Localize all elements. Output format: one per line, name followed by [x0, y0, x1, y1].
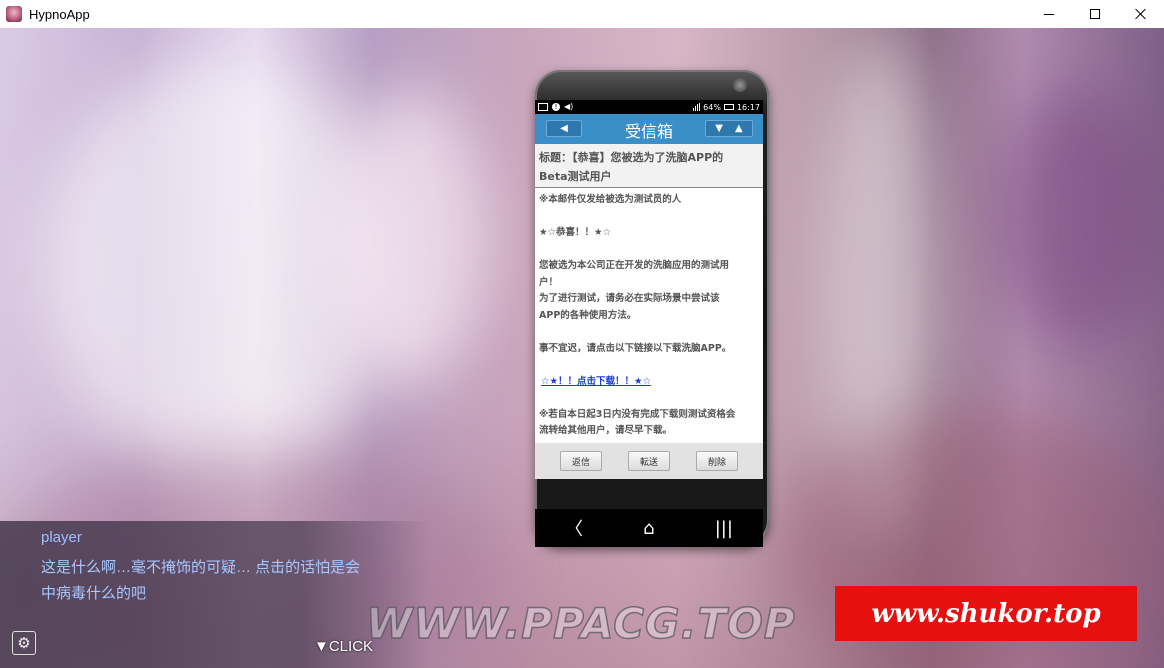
mail-actions: 返信 転送 削除 [535, 443, 763, 479]
minimize-button[interactable] [1026, 0, 1072, 28]
smartphone: ! ◀) 64% 16:17 ◀ 受信箱 ▼ ▲ 标题：【恭喜】您被选为了洗脑A… [535, 70, 769, 547]
recent-apps-icon[interactable]: ||| [715, 518, 733, 539]
download-link[interactable]: ☆★！！点击下载！！★☆ [539, 376, 651, 387]
phone-screen: ◀ 受信箱 ▼ ▲ 标题：【恭喜】您被选为了洗脑APP的 Beta测试用户 ※本… [535, 114, 763, 479]
window-titlebar: HypnoApp [0, 0, 1164, 28]
body-line: 户！ [539, 276, 559, 288]
red-banner-watermark: www.shukor.top [835, 586, 1137, 641]
body-line: ※若自本日起3日内没有完成下载则测试资格会 [539, 408, 736, 420]
mail-scroll-buttons[interactable]: ▼ ▲ [705, 120, 753, 137]
window-title: HypnoApp [29, 6, 90, 22]
body-line [539, 390, 759, 407]
body-line: 流转给其他用户，请尽早下载。 [539, 425, 673, 436]
close-button[interactable] [1118, 0, 1164, 28]
inbox-header: ◀ 受信箱 ▼ ▲ [535, 114, 763, 144]
mail-body[interactable]: ※本邮件仅发给被选为测试员的人 ★☆恭喜！！★☆ 您被选为本公司正在开发的洗脑应… [535, 188, 763, 443]
body-line [539, 242, 759, 259]
settings-gear-icon[interactable]: ⚙ [12, 631, 36, 655]
back-icon[interactable]: 〈 [565, 515, 583, 541]
dialogue-text: 这是什么啊…毫不掩饰的可疑… 点击的话怕是会 中病毒什么的吧 [41, 555, 401, 607]
dialogue-line: 这是什么啊…毫不掩饰的可疑… 点击的话怕是会 [41, 559, 361, 576]
body-line: ★☆恭喜！！★☆ [539, 227, 612, 238]
body-line [539, 324, 759, 341]
signal-icon [693, 103, 701, 111]
background-blur [1000, 88, 1160, 348]
down-arrow-icon[interactable]: ▼ [715, 123, 723, 134]
speaker-name: player [41, 529, 82, 546]
subject-line: 标题：【恭喜】您被选为了洗脑APP的 [539, 151, 724, 164]
subject-line: Beta测试用户 [539, 170, 612, 183]
body-line: 为了进行测试，请务必在实际场景中尝试该 [539, 293, 720, 304]
body-line [539, 209, 759, 226]
dialogue-line: 中病毒什么的吧 [41, 585, 147, 602]
game-scene[interactable]: ! ◀) 64% 16:17 ◀ 受信箱 ▼ ▲ 标题：【恭喜】您被选为了洗脑A… [0, 28, 1164, 668]
close-icon [1135, 8, 1147, 20]
minimize-icon [1044, 13, 1054, 15]
delete-button[interactable]: 削除 [696, 451, 738, 471]
body-line: 您被选为本公司正在开发的洗脑应用的测试用 [539, 260, 730, 271]
volume-icon: ◀) [564, 102, 574, 111]
maximize-button[interactable] [1072, 0, 1118, 28]
background-blur [330, 88, 490, 388]
battery-icon [723, 104, 734, 110]
phone-status-bar: ! ◀) 64% 16:17 [535, 100, 763, 114]
phone-nav-bar: 〈 ⌂ ||| [535, 509, 763, 547]
click-prompt[interactable]: ▼CLICK [314, 638, 373, 655]
camera-icon [733, 78, 747, 92]
alert-icon: ! [552, 103, 560, 111]
mail-subject: 标题：【恭喜】您被选为了洗脑APP的 Beta测试用户 [535, 144, 763, 188]
up-arrow-icon[interactable]: ▲ [735, 123, 743, 134]
site-watermark: WWW.PPACG.TOP [365, 598, 796, 649]
forward-button[interactable]: 転送 [628, 451, 670, 471]
body-line [539, 357, 759, 374]
maximize-icon [1090, 9, 1100, 19]
status-time: 16:17 [736, 102, 760, 112]
battery-percent: 64% [703, 102, 721, 112]
body-line: ※本邮件仅发给被选为测试员的人 [539, 194, 682, 205]
app-icon [6, 6, 22, 22]
body-line: 事不宜迟，请点击以下链接以下载洗脑APP。 [539, 342, 732, 354]
body-line: APP的各种使用方法。 [539, 309, 637, 321]
home-icon[interactable]: ⌂ [643, 518, 654, 539]
reply-button[interactable]: 返信 [560, 451, 602, 471]
mail-icon [538, 103, 548, 111]
